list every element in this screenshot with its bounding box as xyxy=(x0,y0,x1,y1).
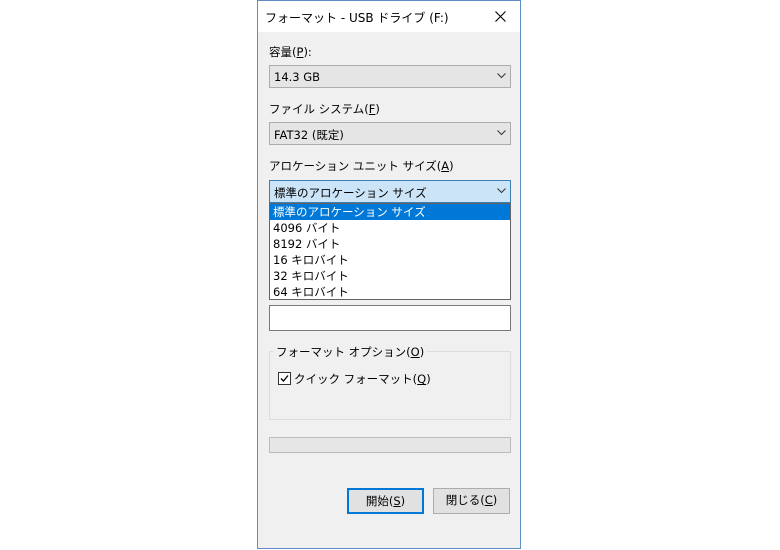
allocation-value: 標準のアロケーション サイズ xyxy=(274,186,427,200)
allocation-label: アロケーション ユニット サイズ(A) xyxy=(269,159,454,173)
chevron-down-icon xyxy=(497,188,506,194)
filesystem-select[interactable]: FAT32 (既定) xyxy=(269,122,511,145)
start-button[interactable]: 開始(S) xyxy=(347,488,424,514)
capacity-value: 14.3 GB xyxy=(274,70,321,84)
format-options-title: フォーマット オプション(O) xyxy=(273,344,428,360)
capacity-select[interactable]: 14.3 GB xyxy=(269,65,511,88)
filesystem-value: FAT32 (既定) xyxy=(274,128,344,142)
filesystem-label: ファイル システム(F) xyxy=(269,102,380,116)
title-bar: フォーマット - USB ドライブ (F:) xyxy=(258,1,520,32)
allocation-option[interactable]: 8192 バイト xyxy=(270,236,510,252)
quick-format-checkbox[interactable] xyxy=(278,372,291,385)
chevron-down-icon xyxy=(497,130,506,136)
close-button[interactable]: 閉じる(C) xyxy=(433,488,510,514)
close-icon xyxy=(495,11,506,22)
quick-format-label[interactable]: クイック フォーマット(Q) xyxy=(294,371,431,387)
window-title: フォーマット - USB ドライブ (F:) xyxy=(265,11,449,25)
format-progress-bar xyxy=(269,437,511,453)
allocation-option[interactable]: 32 キロバイト xyxy=(270,268,510,284)
checkmark-icon xyxy=(280,375,289,382)
allocation-option[interactable]: 4096 バイト xyxy=(270,220,510,236)
allocation-option[interactable]: 16 キロバイト xyxy=(270,252,510,268)
allocation-option[interactable]: 標準のアロケーション サイズ xyxy=(270,204,510,220)
capacity-label: 容量(P): xyxy=(269,45,312,59)
format-dialog: フォーマット - USB ドライブ (F:) 容量(P): 14.3 GB ファ… xyxy=(257,0,521,549)
allocation-option[interactable]: 64 キロバイト xyxy=(270,284,510,300)
volume-label-input[interactable] xyxy=(269,305,511,331)
close-window-button[interactable] xyxy=(482,1,520,32)
allocation-select[interactable]: 標準のアロケーション サイズ xyxy=(269,180,511,203)
allocation-dropdown-list: 標準のアロケーション サイズ 4096 バイト 8192 バイト 16 キロバイ… xyxy=(269,203,511,300)
chevron-down-icon xyxy=(497,73,506,79)
